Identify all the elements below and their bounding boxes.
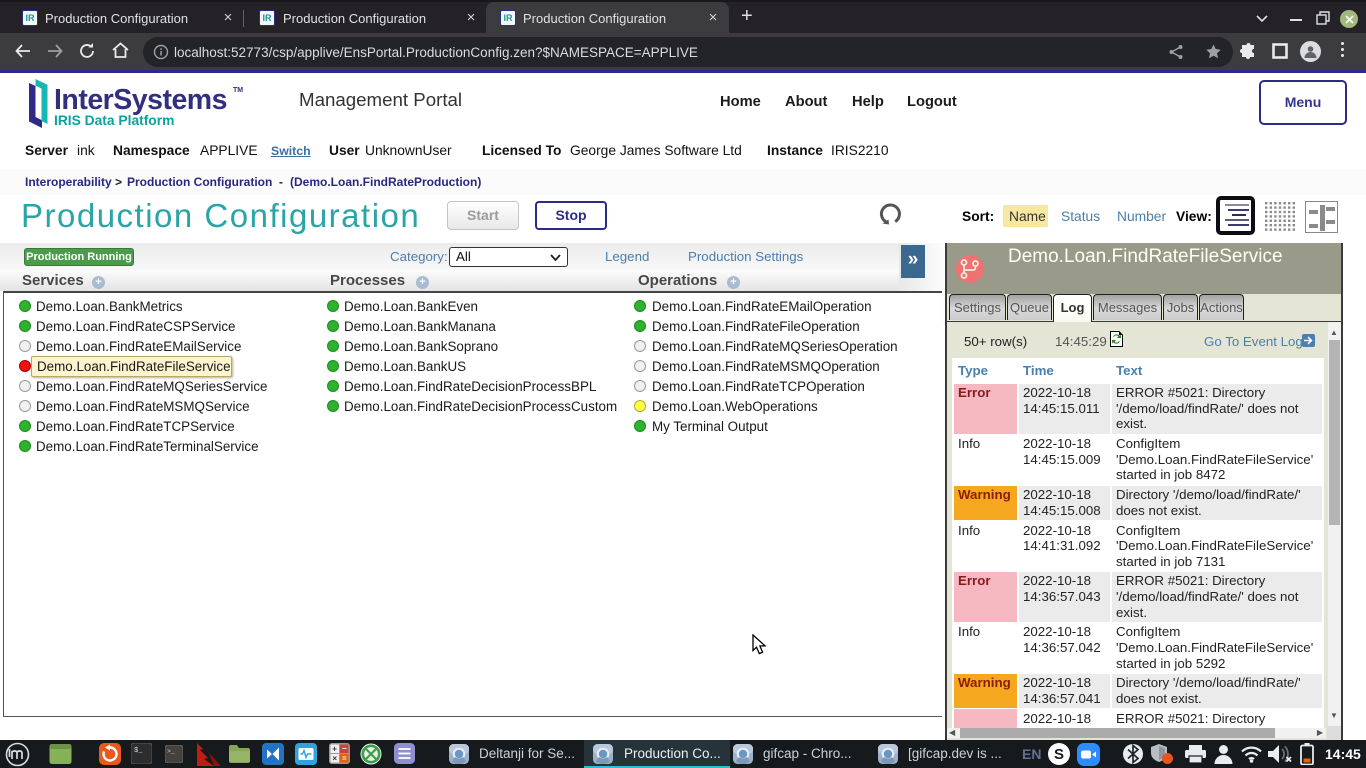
svg-text:TM: TM — [233, 87, 243, 94]
svg-text:−: − — [342, 744, 347, 753]
svg-text:InterSystems: InterSystems — [54, 84, 227, 116]
svg-text:>_: >_ — [167, 748, 175, 755]
svg-text:+: + — [332, 745, 337, 754]
svg-text:×: × — [332, 754, 337, 763]
svg-text:=: = — [342, 754, 347, 763]
svg-text:$_: $_ — [134, 747, 143, 755]
svg-text:IRIS Data Platform: IRIS Data Platform — [54, 113, 174, 128]
